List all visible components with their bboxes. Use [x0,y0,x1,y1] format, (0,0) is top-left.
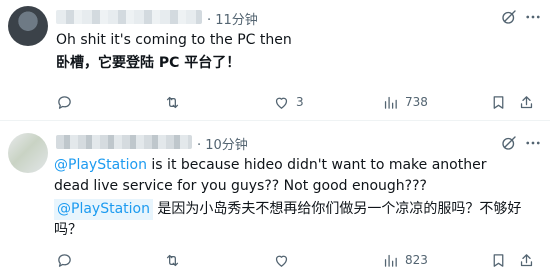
more-icon [526,15,540,19]
more-options-button[interactable] [522,6,544,28]
share-button[interactable] [518,92,535,112]
tweet-timestamp[interactable]: · 11分钟 [207,9,258,28]
mention-link[interactable]: @PlayStation [54,199,153,220]
bookmark-button[interactable] [490,250,507,270]
bookmark-icon [493,95,504,109]
tweet-translation: 卧槽，它要登陆 PC 平台了！ [56,55,241,71]
tweet-actions: 3 738 [56,92,533,112]
blurred-username [56,10,202,24]
avatar[interactable] [8,6,48,46]
like-button[interactable]: 3 [273,92,304,112]
bookmark-button[interactable] [490,92,507,112]
views-icon [384,96,397,109]
blurred-username [56,135,192,149]
tweet[interactable]: · 11分钟 Oh shit it's coming to the PC the… [0,0,550,120]
grok-icon [502,10,516,24]
view-count: 738 [405,95,428,109]
reply-button[interactable] [56,250,79,270]
views-icon [384,254,397,267]
grok-icon [502,136,516,150]
retweet-icon [166,254,179,266]
reply-button[interactable] [56,92,79,112]
tweet-translation: @PlayStation 是因为小岛秀夫不想再给你们做另一个凉凉的服吗？不够好吗… [54,199,530,241]
like-count: 3 [296,95,304,109]
mention-link[interactable]: @PlayStation [54,157,147,173]
like-icon [275,255,288,267]
avatar[interactable] [8,133,48,173]
tweet-text: Oh shit it's coming to the PC then [56,32,292,48]
tweet-actions: 823 [56,250,533,270]
tweet-timestamp[interactable]: · 10分钟 [197,134,248,153]
grok-button[interactable] [498,132,520,154]
share-button[interactable] [518,250,535,270]
retweet-icon [166,96,179,108]
grok-button[interactable] [498,6,520,28]
more-icon [526,141,540,145]
bookmark-icon [493,253,504,267]
views-button[interactable]: 823 [382,250,428,270]
tweet[interactable]: · 10分钟 @PlayStation is it because hideo … [0,121,550,278]
retweet-button[interactable] [164,250,187,270]
view-count: 823 [405,253,428,267]
like-icon [275,97,288,109]
reply-icon [58,253,71,267]
more-options-button[interactable] [522,132,544,154]
share-icon [520,95,533,108]
reply-icon [58,95,71,109]
tweet-text: @PlayStation is it because hideo didn't … [54,155,520,197]
share-icon [520,253,533,266]
like-button[interactable] [273,250,296,270]
views-button[interactable]: 738 [382,92,428,112]
retweet-button[interactable] [164,92,187,112]
